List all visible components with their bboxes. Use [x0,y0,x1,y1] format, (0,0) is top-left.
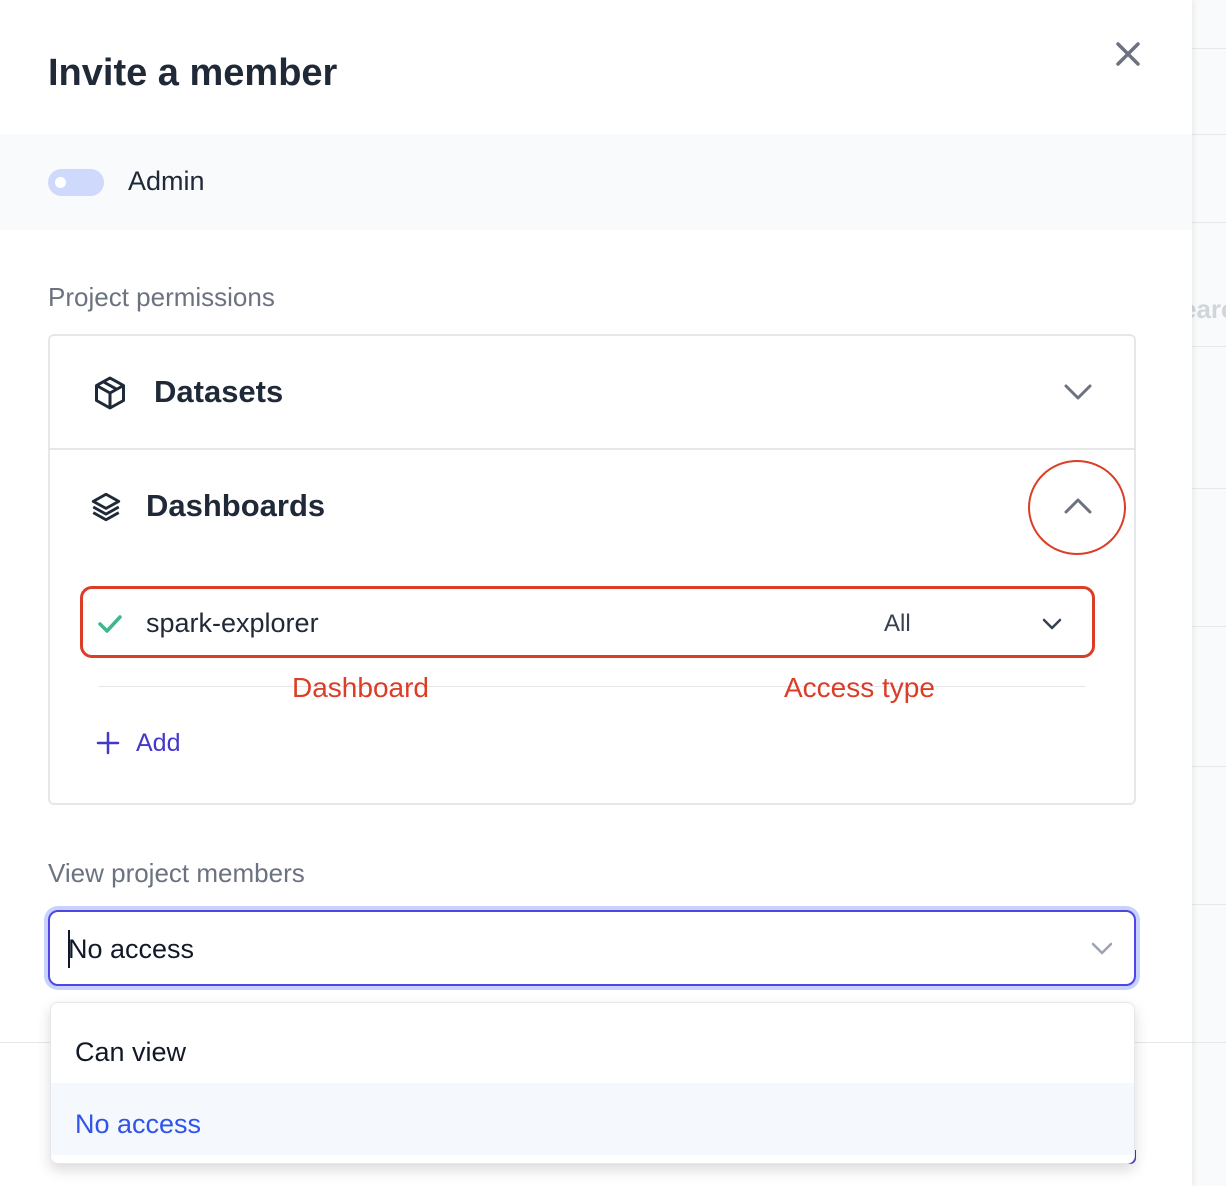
option-label: No access [75,1109,202,1139]
select-value: No access [68,934,195,964]
chevron-up-icon[interactable] [1062,492,1094,520]
background-divider [1192,48,1226,49]
dashboard-item-name[interactable]: spark-explorer [146,608,319,639]
background-divider [1192,488,1226,489]
background-divider [1192,1042,1226,1043]
chevron-down-icon[interactable] [1040,614,1064,634]
plus-icon [96,731,120,755]
admin-toggle[interactable] [48,169,104,196]
invite-member-modal: Invite a member Admin Project permission… [0,0,1192,1186]
add-dashboard-button[interactable]: Add [94,726,180,760]
datasets-section-title[interactable]: Datasets [154,374,283,410]
background-divider [1192,766,1226,767]
background-divider [1192,346,1226,347]
chevron-down-icon[interactable] [1062,378,1094,406]
add-label: Add [136,728,181,757]
modal-title: Invite a member [48,52,338,94]
layers-icon [91,492,121,522]
close-button[interactable] [1108,34,1148,74]
option-label: Can view [75,1037,187,1067]
background-divider [1192,626,1226,627]
option-can-view[interactable]: Can view [51,1011,1134,1083]
annotation-dashboard-label: Dashboard [292,672,429,703]
toggle-knob [55,177,66,188]
background-app: earc [1192,0,1226,1186]
annotation-access-type-label: Access type [784,672,935,703]
view-project-members-label: View project members [48,858,305,888]
project-permissions-label: Project permissions [48,282,275,312]
chevron-down-icon [1091,942,1113,955]
section-divider [50,448,1134,450]
background-search-text: earc [1192,294,1226,324]
close-icon [1116,42,1140,66]
view-members-select[interactable]: No access [48,910,1136,986]
members-dropdown-menu: Can view No access [50,1002,1135,1164]
background-divider [1192,904,1226,905]
background-divider [1192,134,1226,135]
admin-label: Admin [128,166,205,196]
background-divider [1192,222,1226,223]
check-icon [98,615,122,633]
cube-icon [95,376,125,410]
option-no-access[interactable]: No access [51,1083,1134,1155]
item-divider [98,686,1086,687]
access-type-select[interactable]: All [884,610,911,638]
dashboards-section-title[interactable]: Dashboards [146,488,325,524]
